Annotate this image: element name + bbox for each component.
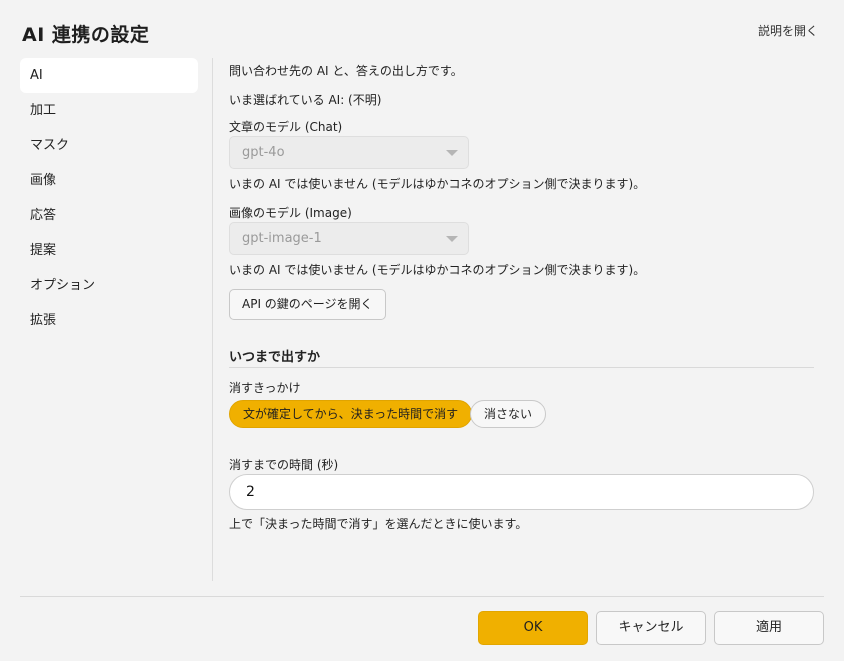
sidebar-item-mask[interactable]: マスク xyxy=(20,128,198,163)
seconds-input[interactable]: 2 xyxy=(229,474,814,510)
cancel-button[interactable]: キャンセル xyxy=(596,611,706,645)
sidebar-item-extensions[interactable]: 拡張 xyxy=(20,303,198,338)
option-never-dismiss[interactable]: 消さない xyxy=(470,400,547,428)
option-timed-dismiss[interactable]: 文が確定してから、決まった時間で消す xyxy=(229,400,473,428)
settings-dialog: AI 連携の設定 説明を開く AI 加工 マスク 画像 応答 提案 オプション … xyxy=(0,0,844,661)
sidebar-item-options[interactable]: オプション xyxy=(20,268,198,303)
sidebar-item-image[interactable]: 画像 xyxy=(20,163,198,198)
image-model-select[interactable]: gpt-image-1 xyxy=(229,222,469,255)
sidebar-item-processing[interactable]: 加工 xyxy=(20,93,198,128)
sidebar-item-response[interactable]: 応答 xyxy=(20,198,198,233)
chat-model-value: gpt-4o xyxy=(242,145,285,160)
dialog-title: AI 連携の設定 xyxy=(22,24,150,46)
open-api-key-page-button[interactable]: API の鍵のページを開く xyxy=(229,289,386,320)
apply-button[interactable]: 適用 xyxy=(714,611,824,645)
sidebar: AI 加工 マスク 画像 応答 提案 オプション 拡張 xyxy=(20,58,198,338)
section-divider xyxy=(229,367,814,368)
section-title-display-duration: いつまで出すか xyxy=(229,350,321,365)
panel-description: 問い合わせ先の AI と、答えの出し方です。 xyxy=(229,64,463,78)
sidebar-divider xyxy=(212,58,213,581)
sidebar-item-ai[interactable]: AI xyxy=(20,58,198,93)
chat-model-note: いまの AI では使いません (モデルはゆかコネのオプション側で決まります)。 xyxy=(229,177,646,191)
current-ai-label: いま選ばれている AI: (不明) xyxy=(229,93,382,107)
seconds-label: 消すまでの時間 (秒) xyxy=(229,458,339,472)
sidebar-item-suggestion[interactable]: 提案 xyxy=(20,233,198,268)
seconds-note: 上で「決まった時間で消す」を選んだときに使います。 xyxy=(229,517,528,531)
chat-model-label: 文章のモデル (Chat) xyxy=(229,120,343,134)
chevron-down-icon xyxy=(446,236,458,242)
help-link[interactable]: 説明を開く xyxy=(758,22,818,39)
image-model-note: いまの AI では使いません (モデルはゆかコネのオプション側で決まります)。 xyxy=(229,263,646,277)
image-model-label: 画像のモデル (Image) xyxy=(229,206,352,220)
footer-divider xyxy=(20,596,824,597)
chat-model-select[interactable]: gpt-4o xyxy=(229,136,469,169)
trigger-label: 消すきっかけ xyxy=(229,381,301,395)
ok-button[interactable]: OK xyxy=(478,611,588,645)
chevron-down-icon xyxy=(446,150,458,156)
image-model-value: gpt-image-1 xyxy=(242,231,322,246)
